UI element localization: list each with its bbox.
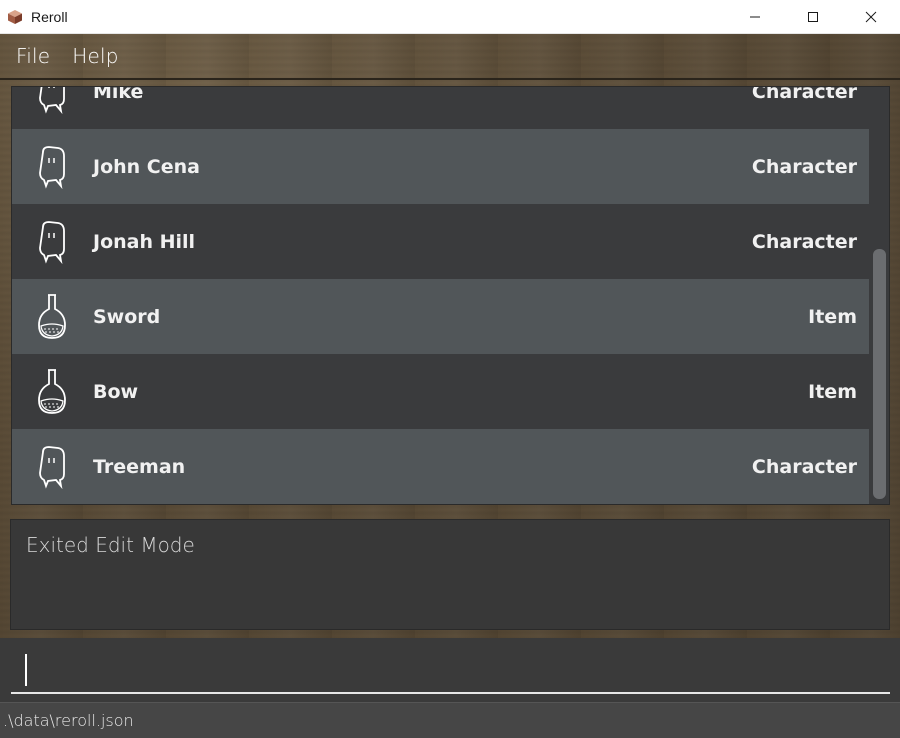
potion-icon — [32, 292, 72, 342]
menu-file[interactable]: File — [16, 44, 50, 68]
list-item[interactable]: Jonah Hill Character — [12, 204, 871, 279]
entity-type: Character — [751, 230, 857, 253]
potion-icon — [32, 367, 72, 417]
status-bar: .\data\reroll.json — [0, 702, 900, 738]
entity-name: Sword — [93, 305, 161, 328]
entity-name: Bow — [93, 380, 139, 403]
title-bar: Reroll — [0, 0, 900, 34]
entity-list[interactable]: Mike Character John Cena Character Jonah… — [11, 86, 890, 505]
result-message: Exited Edit Mode — [26, 533, 195, 557]
command-box — [0, 638, 900, 702]
scrollbar-thumb[interactable] — [873, 249, 886, 499]
list-item[interactable]: Treeman Character — [12, 429, 871, 504]
ghost-icon — [32, 87, 72, 117]
entity-name: Mike — [93, 86, 144, 103]
entity-type: Character — [751, 86, 857, 103]
list-item[interactable]: John Cena Character — [12, 129, 871, 204]
entity-type: Item — [808, 305, 857, 328]
menu-bar: File Help — [0, 34, 900, 80]
minimize-button[interactable] — [726, 0, 784, 34]
close-icon — [865, 11, 877, 23]
entity-type: Item — [808, 380, 857, 403]
entity-type: Character — [751, 455, 857, 478]
list-item[interactable]: Mike Character — [12, 86, 871, 129]
menu-help[interactable]: Help — [72, 44, 118, 68]
ghost-icon — [32, 217, 72, 267]
ghost-icon — [32, 142, 72, 192]
close-button[interactable] — [842, 0, 900, 34]
entity-type: Character — [751, 155, 857, 178]
list-scrollbar[interactable] — [869, 87, 889, 504]
ghost-icon — [32, 442, 72, 492]
list-item[interactable]: Bow Item — [12, 354, 871, 429]
cube-icon — [7, 9, 23, 25]
text-caret — [25, 654, 27, 686]
entity-name: Treeman — [93, 455, 186, 478]
save-file-path: .\data\reroll.json — [3, 711, 134, 730]
list-item[interactable]: Sword Item — [12, 279, 871, 354]
maximize-icon — [808, 12, 818, 22]
command-input[interactable] — [11, 646, 890, 694]
entity-name: John Cena — [93, 155, 200, 178]
entity-name: Jonah Hill — [93, 230, 196, 253]
result-display: Exited Edit Mode — [10, 519, 890, 630]
window-title: Reroll — [31, 8, 68, 25]
minimize-icon — [750, 16, 760, 18]
maximize-button[interactable] — [784, 0, 842, 34]
